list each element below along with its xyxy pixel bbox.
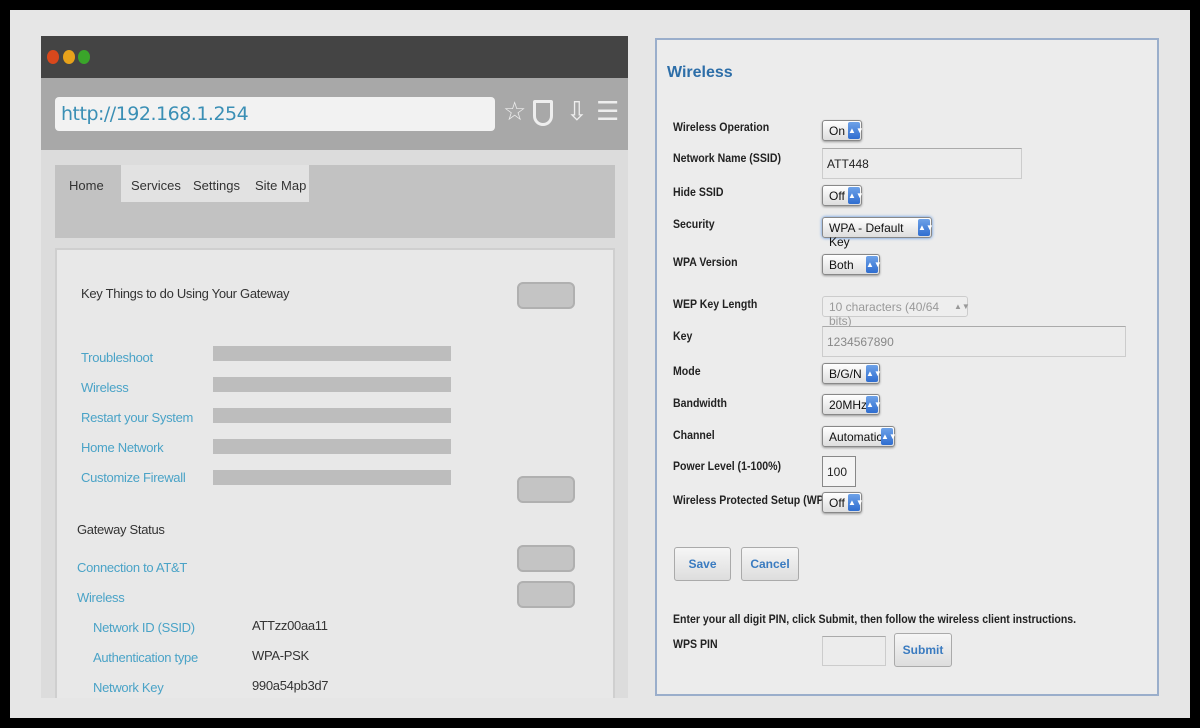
- label: Wireless Operation: [673, 120, 770, 134]
- title-bar: [41, 36, 628, 78]
- channel-select[interactable]: Automatic ▲▼: [822, 426, 897, 447]
- wireless-operation-select[interactable]: On ▲▼: [822, 120, 864, 141]
- gateway-status-title: Gateway Status: [77, 522, 165, 537]
- hide-ssid-select[interactable]: Off ▲▼: [822, 185, 864, 206]
- label: Hide SSID: [673, 185, 724, 199]
- chevron-updown-icon: ▲▼: [881, 428, 897, 445]
- chevron-updown-icon: ▲▼: [918, 219, 934, 236]
- select-value: 20MHz: [829, 398, 868, 412]
- key-things-title: Key Things to do Using Your Gateway: [81, 286, 290, 301]
- placeholder-button[interactable]: [517, 476, 575, 503]
- bandwidth-select[interactable]: 20MHz ▲▼: [822, 394, 882, 415]
- status-value: WPA-PSK: [252, 648, 309, 663]
- mode-select[interactable]: B/G/N ▲▼: [822, 363, 882, 384]
- maximize-window-button[interactable]: [78, 50, 90, 64]
- nav-tabs: Home Services Settings Site Map: [55, 165, 615, 238]
- link-home-network[interactable]: Home Network: [81, 440, 164, 455]
- select-value: Automatic: [829, 430, 883, 444]
- chevron-updown-icon: ▲▼: [848, 187, 864, 204]
- status-label: Network ID (SSID): [93, 620, 195, 635]
- address-bar[interactable]: http://192.168.1.254: [55, 97, 495, 131]
- wps-select[interactable]: Off ▲▼: [822, 492, 864, 513]
- status-value: 990a54pb3d7: [252, 678, 329, 693]
- close-window-button[interactable]: [47, 50, 59, 64]
- browser-toolbar: http://192.168.1.254 ☆ ⇩ ☰: [41, 78, 628, 150]
- link-customize-firewall[interactable]: Customize Firewall: [81, 470, 186, 485]
- select-value: WPA - Default Key: [829, 221, 904, 249]
- label: Power Level (1-100%): [673, 459, 781, 473]
- chevron-updown-icon: ▲▼: [848, 122, 864, 139]
- select-value: Both: [829, 258, 854, 272]
- label: Wireless Protected Setup (WPS): [673, 493, 835, 507]
- select-value: On: [829, 124, 846, 138]
- tab-home[interactable]: Home: [69, 165, 104, 202]
- key-input[interactable]: 1234567890: [822, 326, 1126, 357]
- wireless-settings-panel: Wireless Wireless Operation On ▲▼ Network…: [655, 38, 1159, 696]
- label: WEP Key Length: [673, 297, 758, 311]
- menu-icon[interactable]: ☰: [596, 96, 619, 127]
- placeholder-bar: [213, 408, 451, 423]
- select-value: 10 characters (40/64 bits): [829, 300, 940, 328]
- chevron-updown-icon: ▲▼: [866, 365, 882, 382]
- wps-instructions: Enter your all digit PIN, click Submit, …: [673, 612, 1077, 626]
- link-restart-system[interactable]: Restart your System: [81, 410, 193, 425]
- tab-services[interactable]: Services: [131, 165, 181, 202]
- tab-settings[interactable]: Settings: [193, 165, 240, 202]
- label: Security: [673, 217, 715, 231]
- power-level-input[interactable]: 100: [822, 456, 856, 487]
- tab-site-map[interactable]: Site Map: [255, 165, 306, 202]
- label: Network Name (SSID): [673, 151, 781, 165]
- label: WPS PIN: [673, 637, 718, 651]
- panel-title: Wireless: [667, 64, 733, 81]
- placeholder-bar: [213, 439, 451, 454]
- wpa-version-select[interactable]: Both ▲▼: [822, 254, 882, 275]
- wep-key-length-select[interactable]: 10 characters (40/64 bits) ▲▼: [822, 296, 970, 328]
- chevron-updown-icon: ▲▼: [954, 302, 970, 311]
- placeholder-button[interactable]: [517, 545, 575, 572]
- placeholder-bar: [213, 346, 451, 361]
- chevron-updown-icon: ▲▼: [848, 494, 864, 511]
- placeholder-button[interactable]: [517, 581, 575, 608]
- label: Key: [673, 329, 693, 343]
- status-label: Network Key: [93, 680, 164, 695]
- label: Mode: [673, 364, 701, 378]
- star-icon[interactable]: ☆: [503, 96, 526, 127]
- status-label: Authentication type: [93, 650, 198, 665]
- home-content: Key Things to do Using Your Gateway Trou…: [55, 248, 615, 698]
- placeholder-button[interactable]: [517, 282, 575, 309]
- wps-pin-input[interactable]: [822, 636, 886, 666]
- cancel-button[interactable]: Cancel: [741, 547, 799, 581]
- select-value: Off: [829, 496, 845, 510]
- select-value: B/G/N: [829, 367, 862, 381]
- link-wireless[interactable]: Wireless: [81, 380, 129, 395]
- submit-button[interactable]: Submit: [894, 633, 952, 667]
- link-troubleshoot[interactable]: Troubleshoot: [81, 350, 153, 365]
- chevron-updown-icon: ▲▼: [866, 396, 882, 413]
- browser-window: http://192.168.1.254 ☆ ⇩ ☰ Home Services…: [41, 36, 628, 698]
- ssid-input[interactable]: ATT448: [822, 148, 1022, 179]
- shield-icon[interactable]: [533, 100, 553, 126]
- security-select[interactable]: WPA - Default Key ▲▼: [822, 217, 934, 249]
- link-connection-att[interactable]: Connection to AT&T: [77, 560, 187, 575]
- label: WPA Version: [673, 255, 738, 269]
- chevron-updown-icon: ▲▼: [866, 256, 882, 273]
- save-button[interactable]: Save: [674, 547, 731, 581]
- placeholder-bar: [213, 377, 451, 392]
- download-icon[interactable]: ⇩: [566, 96, 588, 127]
- placeholder-bar: [213, 470, 451, 485]
- link-wireless-status[interactable]: Wireless: [77, 590, 125, 605]
- select-value: Off: [829, 189, 845, 203]
- minimize-window-button[interactable]: [63, 50, 75, 64]
- label: Channel: [673, 428, 715, 442]
- label: Bandwidth: [673, 396, 727, 410]
- status-value: ATTzz00aa11: [252, 618, 328, 633]
